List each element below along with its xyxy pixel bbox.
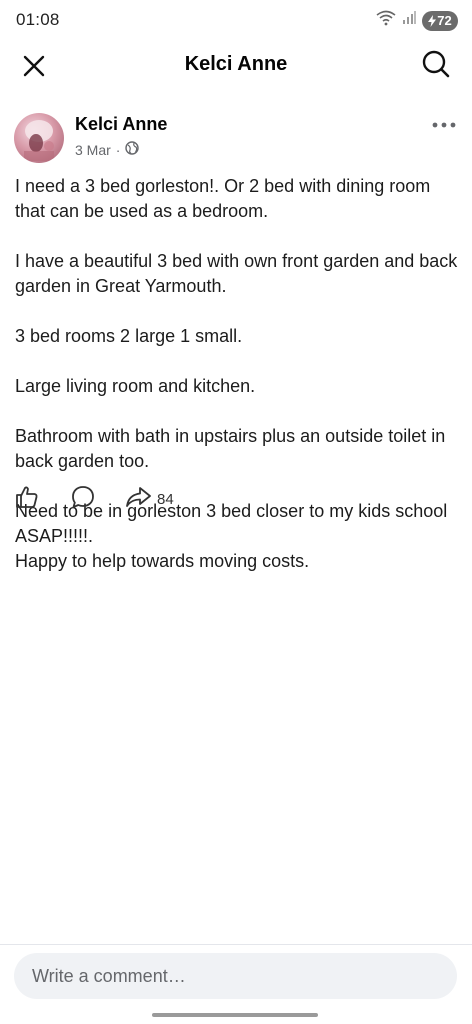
post-paragraph: Large living room and kitchen. — [15, 376, 256, 396]
post-paragraph: Bathroom with bath in upstairs plus an o… — [15, 426, 446, 471]
status-icons: 72 — [376, 10, 458, 31]
like-button[interactable] — [14, 484, 40, 515]
home-indicator[interactable] — [152, 1013, 318, 1017]
more-options-button[interactable] — [430, 112, 458, 136]
battery-level: 72 — [437, 13, 452, 28]
post-date[interactable]: 3 Mar — [75, 142, 111, 158]
globe-icon — [125, 141, 140, 158]
post-author[interactable]: Kelci Anne — [75, 114, 167, 135]
share-icon — [124, 484, 152, 515]
comment-button[interactable] — [70, 484, 96, 515]
share-count: 84 — [157, 490, 174, 508]
wifi-icon — [376, 10, 396, 31]
more-icon — [432, 115, 456, 133]
comment-icon — [70, 484, 96, 515]
post-paragraph: Happy to help towards moving costs. — [15, 551, 310, 571]
battery-icon: 72 — [422, 10, 458, 31]
comment-input[interactable] — [14, 953, 457, 999]
signal-icon — [402, 11, 416, 30]
status-bar: 01:08 72 — [0, 0, 472, 42]
status-time: 01:08 — [16, 10, 60, 29]
post-paragraph: 3 bed rooms 2 large 1 small. — [15, 326, 243, 346]
search-button[interactable] — [418, 48, 454, 84]
header: Kelci Anne — [0, 42, 472, 90]
page-title: Kelci Anne — [184, 53, 288, 75]
comment-bar — [0, 944, 472, 1024]
post-paragraph: I need a 3 bed gorleston!. Or 2 bed with… — [15, 176, 431, 221]
post-actions: 84 — [14, 484, 174, 514]
post-paragraph: I have a beautiful 3 bed with own front … — [15, 251, 458, 296]
post-meta: 3 Mar · — [75, 141, 140, 158]
share-button[interactable]: 84 — [124, 484, 174, 515]
like-icon — [14, 484, 40, 515]
search-icon — [421, 49, 451, 84]
avatar[interactable] — [14, 113, 64, 163]
meta-separator: · — [115, 141, 121, 158]
